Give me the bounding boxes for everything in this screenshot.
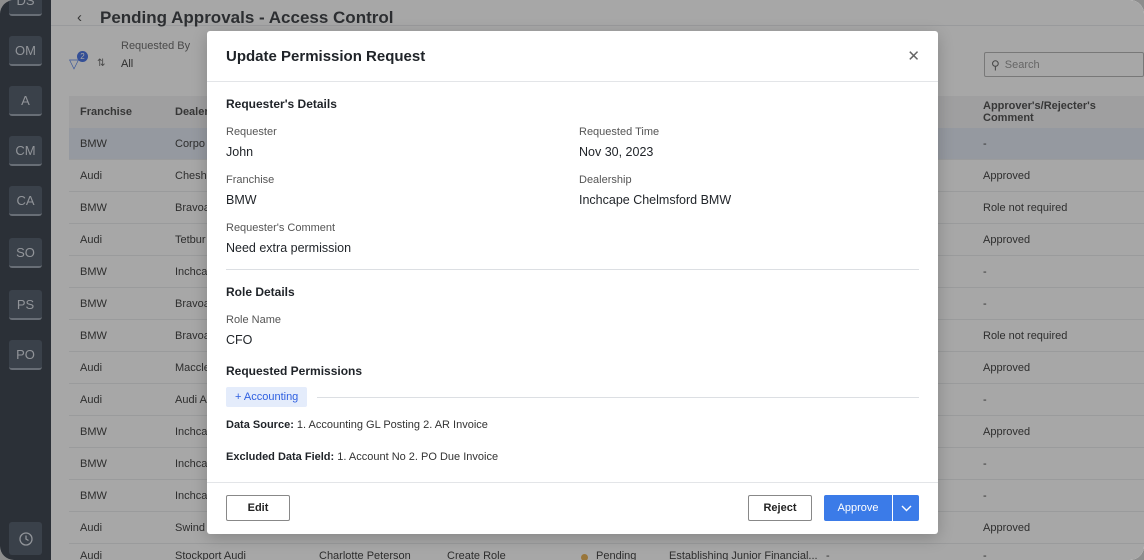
requested-permissions-title: Requested Permissions (226, 364, 363, 378)
edit-button[interactable]: Edit (226, 495, 290, 521)
excluded-fields-label: Excluded Data Field: (226, 451, 335, 463)
section-divider (226, 269, 919, 270)
excluded-fields-row: Excluded Data Field: 1. Account No 2. PO… (226, 451, 498, 463)
excluded-fields-value: 1. Account No 2. PO Due Invoice (337, 451, 499, 463)
close-icon[interactable]: ✕ (907, 47, 920, 65)
data-source-value: 1. Accounting GL Posting 2. AR Invoice (296, 419, 488, 431)
modal-footer: Edit Reject Approve (207, 482, 938, 534)
data-source-row: Data Source: 1. Accounting GL Posting 2.… (226, 419, 488, 431)
modal-title: Update Permission Request (226, 47, 426, 65)
requester-comment-label: Requester's Comment (226, 222, 336, 234)
chevron-down-icon[interactable] (893, 495, 919, 521)
dealership-label: Dealership (579, 174, 632, 186)
requested-time-label: Requested Time (579, 126, 660, 138)
franchise-label: Franchise (226, 174, 275, 186)
data-source-label: Data Source: (226, 419, 294, 431)
requested-time-value: Nov 30, 2023 (579, 145, 654, 159)
permission-divider (317, 397, 919, 398)
requester-details-title: Requester's Details (226, 97, 337, 111)
approve-button[interactable]: Approve (824, 495, 892, 521)
requester-value: John (226, 145, 254, 159)
role-name-label: Role Name (226, 314, 282, 326)
franchise-value: BMW (226, 193, 257, 207)
permission-chip-accounting[interactable]: + Accounting (226, 387, 308, 407)
requester-label: Requester (226, 126, 277, 138)
update-permission-modal: Update Permission Request ✕ Requester's … (207, 31, 938, 534)
requester-comment-value: Need extra permission (226, 241, 352, 255)
role-name-value: CFO (226, 333, 253, 347)
reject-button[interactable]: Reject (748, 495, 812, 521)
modal-header: Update Permission Request ✕ (207, 31, 938, 82)
dealership-value: Inchcape Chelmsford BMW (579, 193, 732, 207)
role-details-title: Role Details (226, 285, 295, 299)
